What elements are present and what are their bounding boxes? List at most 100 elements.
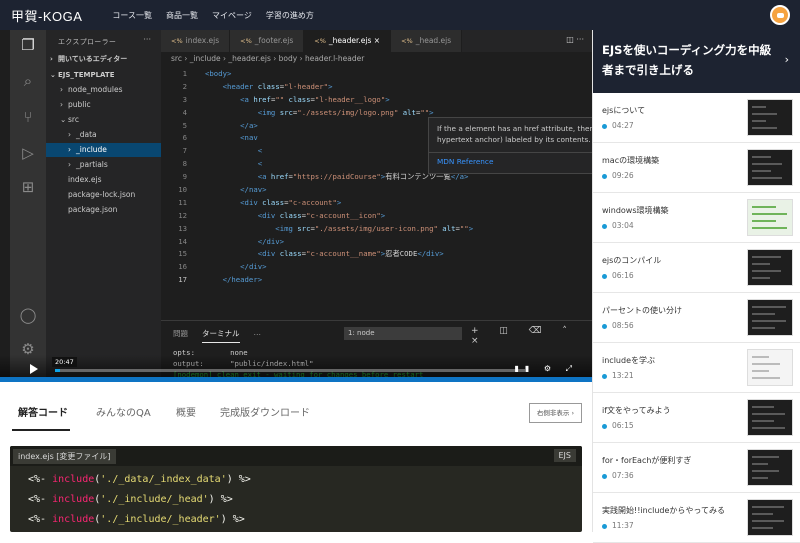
line-number: 8 — [182, 159, 187, 169]
thumbnail-line — [752, 213, 787, 215]
code-text: <div class="c-account__icon"> — [257, 210, 386, 220]
file-label: index.ejs [変更ファイル] — [13, 449, 116, 464]
line-number: 4 — [182, 107, 187, 117]
ejs-file-icon: <% — [240, 37, 252, 45]
thumbnail-line — [752, 277, 770, 279]
lesson-item[interactable]: if文をやってみよう 06:15 — [593, 393, 800, 443]
hide-right-button[interactable]: 右側非表示 › — [529, 403, 582, 423]
lesson-item[interactable]: 実践開始!!includeからやってみる 11:37 — [593, 493, 800, 543]
code-text: </nav> — [240, 185, 267, 195]
lesson-item[interactable]: macの環境構築 09:26 — [593, 143, 800, 193]
thumbnail-line — [752, 506, 784, 508]
code-text: <body> — [205, 69, 232, 78]
play-dot-icon — [602, 123, 607, 129]
thumbnail-line — [752, 456, 779, 458]
breadcrumb: src › _include › _header.ejs › body › he… — [171, 54, 365, 63]
user-avatar[interactable] — [770, 5, 790, 25]
thumbnail-line — [752, 127, 777, 129]
divider — [429, 152, 592, 153]
active-tab-underline — [12, 429, 70, 431]
video-player[interactable]: ❐ ⌕ ⑂ ▷ ⊞ ◯ ⚙ エクスプローラー ··· › 開いているエディター ⌄ E… — [0, 30, 592, 382]
line-number: 9 — [182, 172, 187, 182]
thumbnail-line — [752, 270, 781, 272]
nav-link-courses[interactable]: コース一覧 — [112, 10, 152, 21]
terminal-tabs: 問題 ターミナル … — [173, 328, 275, 343]
site-logo[interactable]: 甲賀-KOGA — [11, 6, 82, 25]
tab-problems: 問題 — [173, 329, 188, 338]
nav-link-products[interactable]: 商品一覧 — [166, 10, 198, 21]
thumbnail-line — [752, 477, 768, 479]
thumbnail-line — [752, 513, 773, 515]
lesson-item[interactable]: windows環境構築 03:04 — [593, 193, 800, 243]
tab-answer-code[interactable]: 解答コード — [18, 404, 68, 419]
thumbnail-line — [752, 156, 771, 158]
line-number: 12 — [178, 210, 187, 220]
lesson-item[interactable]: パーセントの使い分け 08:56 — [593, 293, 800, 343]
run-debug-icon: ▷ — [22, 144, 34, 162]
chevron-right-icon: › — [50, 55, 53, 63]
code-text: <div class="c-account__name">忍者CODE</div… — [257, 249, 444, 259]
lesson-duration: 09:26 — [602, 171, 634, 180]
ejs-file-icon: <% — [401, 37, 413, 45]
lesson-duration: 08:56 — [602, 321, 634, 330]
explorer-item-label: node_modules — [68, 85, 123, 94]
thumbnail-line — [752, 106, 766, 108]
explorer-item-label: _partials — [76, 160, 108, 169]
explorer-item-label: 開いているエディター — [58, 55, 128, 63]
lesson-item[interactable]: includeを学ぶ 13:21 — [593, 343, 800, 393]
duration-text: 09:26 — [612, 171, 634, 180]
tab-qa[interactable]: みんなのQA — [96, 404, 151, 419]
explorer-item: ⌄ src — [46, 113, 161, 127]
settings-fullscreen-icon[interactable]: ▮▮ ⚙ ⤢ — [515, 364, 578, 374]
explorer-item: index.ejs — [46, 173, 161, 187]
tab-label: _header.ejs — [328, 36, 372, 45]
lesson-thumbnail — [747, 149, 793, 186]
lesson-item[interactable]: ejsのコンパイル 06:16 — [593, 243, 800, 293]
play-dot-icon — [602, 323, 607, 329]
explorer-item-label: _include — [76, 145, 107, 154]
tab-footer: <% _footer.ejs — [230, 30, 305, 52]
lesson-duration: 11:37 — [602, 521, 634, 530]
lesson-title: for・forEachが便利すぎ — [602, 456, 692, 465]
lesson-title: macの環境構築 — [602, 156, 660, 165]
explorer-item: › public — [46, 98, 161, 112]
line-number: 3 — [182, 94, 187, 104]
tab-download[interactable]: 完成版ダウンロード — [220, 404, 310, 419]
thumbnail-line — [752, 370, 769, 372]
course-header[interactable]: EJSを使いコーディング力を中級者まで引き上げる › — [593, 30, 800, 93]
split-editor-icon: ◫ ··· — [566, 35, 584, 44]
tab-header: <% _header.ejs × — [304, 30, 392, 52]
code-text: <header class="l-header"> — [222, 81, 333, 91]
lesson-item[interactable]: for・forEachが便利すぎ 07:36 — [593, 443, 800, 493]
thumbnail-line — [752, 320, 786, 322]
explorer-item-label: EJS_TEMPLATE — [58, 71, 115, 79]
line-number: 14 — [178, 236, 187, 246]
hover-text: If the a element has an href attribute, … — [437, 124, 592, 144]
code-lines: 1 <body> 2 <header class="l-header"> 3 <a h… — [161, 68, 592, 287]
hide-right-label: 右側非表示 — [536, 409, 570, 417]
lesson-panel: EJSを使いコーディング力を中級者まで引き上げる › ejsについて 04:27 m… — [592, 30, 800, 543]
tab-overview[interactable]: 概要 — [176, 404, 196, 419]
tab-head: <% _head.ejs — [391, 30, 463, 52]
line-number: 16 — [178, 262, 187, 272]
lesson-duration: 07:36 — [602, 471, 634, 480]
lesson-title: パーセントの使い分け — [602, 306, 682, 315]
answer-code-line: <%- include('./_include/_head') %> — [28, 494, 233, 505]
line-number: 1 — [182, 69, 187, 78]
video-progress-bar[interactable] — [55, 369, 525, 372]
code-line: 10 </nav> — [161, 184, 592, 197]
nav-link-mypage[interactable]: マイページ — [212, 10, 252, 21]
thumbnail-line — [752, 463, 768, 465]
code-text: </div> — [257, 236, 285, 246]
lesson-item[interactable]: ejsについて 04:27 — [593, 93, 800, 143]
chevron-right-icon: › — [60, 100, 63, 109]
video-time: 20:47 — [52, 357, 77, 367]
nav-link-howto[interactable]: 学習の進め方 — [266, 10, 314, 21]
code-text: <img src="./assets/img/logo.png" alt=""> — [257, 107, 434, 117]
thumbnail-line — [752, 413, 785, 415]
search-icon: ⌕ — [23, 72, 33, 90]
thumbnail-line — [752, 177, 782, 179]
thumbnail-line — [752, 256, 781, 258]
play-icon[interactable] — [30, 364, 38, 374]
line-number: 13 — [178, 223, 187, 233]
